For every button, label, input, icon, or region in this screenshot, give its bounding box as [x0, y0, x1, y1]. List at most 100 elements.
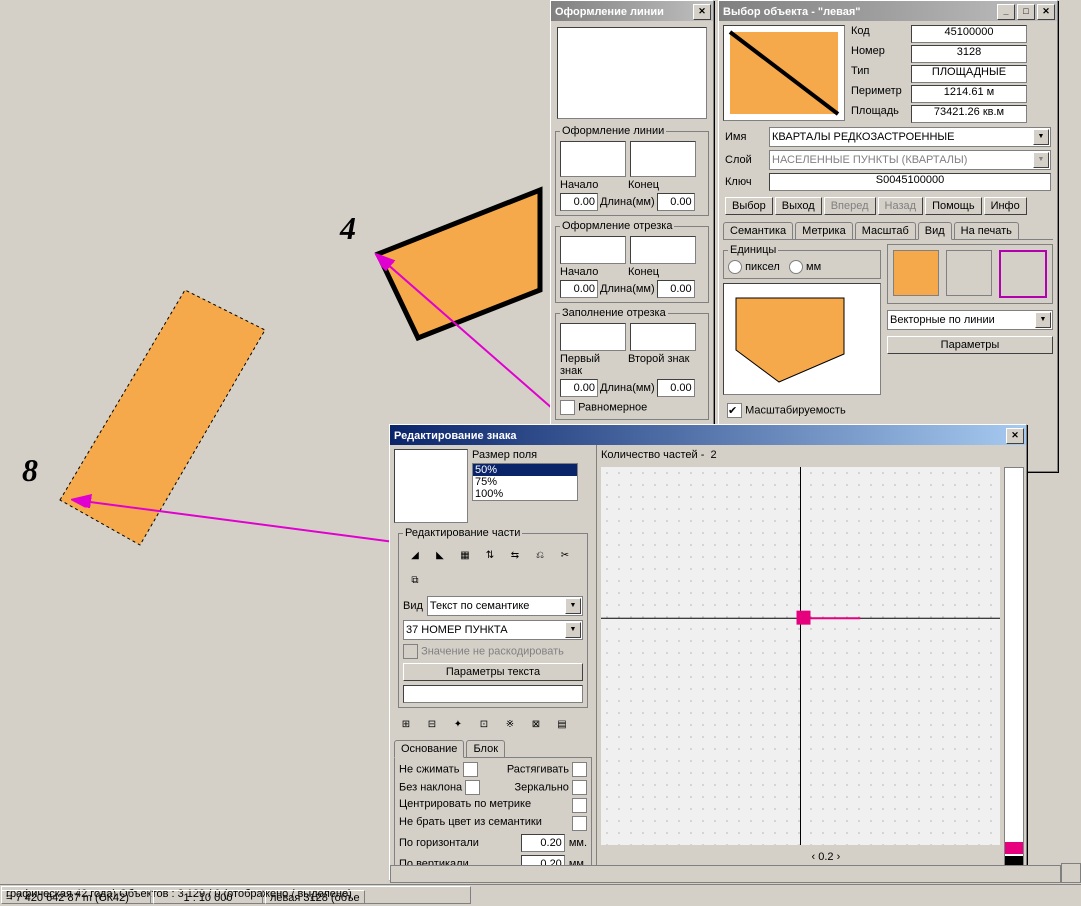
close-icon[interactable]: ✕: [693, 4, 711, 20]
tab-semantics[interactable]: Семантика: [723, 222, 793, 239]
checkbox-scalable[interactable]: ✔: [727, 403, 742, 418]
scrollbar-h[interactable]: [390, 865, 1061, 883]
label-num: Номер: [851, 45, 911, 63]
zoom-100[interactable]: 100%: [473, 488, 577, 500]
chk-notilt[interactable]: [465, 780, 480, 795]
label-vid: Вид: [403, 600, 423, 612]
titlebar-obj[interactable]: Выбор объекта - "левая" _ □ ✕: [719, 1, 1057, 21]
toolbar-part: ◢ ◣ ▦ ⇅ ⇆ ⎌ ✂ ⧉: [403, 543, 583, 592]
checkbox-nodecode: [403, 644, 418, 659]
label-code: Код: [851, 25, 911, 43]
mid-1[interactable]: ⊞: [394, 712, 418, 736]
vertex-label-4: 4: [340, 210, 356, 247]
edit-left-panel: Размер поля 50% 75% 100% Редактирование …: [390, 445, 597, 875]
preview-object: [723, 25, 845, 121]
titlebar-edit[interactable]: Редактирование знака ✕: [390, 425, 1026, 445]
tabs-obj: Семантика Метрика Масштаб Вид На печать: [723, 222, 1053, 240]
preview-sign: [394, 449, 468, 523]
group-units: Единицы пиксел мм: [723, 244, 881, 279]
chk-nocolor[interactable]: [572, 816, 587, 831]
close-icon[interactable]: ✕: [1006, 428, 1024, 444]
mid-2[interactable]: ⊟: [420, 712, 444, 736]
legend-fill: Заполнение отрезка: [560, 307, 668, 319]
tool-3[interactable]: ▦: [453, 543, 477, 567]
tab-metrics[interactable]: Метрика: [795, 222, 853, 239]
label-type: Тип: [851, 65, 911, 83]
btn-help[interactable]: Помощь: [925, 197, 982, 215]
maximize-icon[interactable]: □: [1017, 4, 1035, 20]
tool-5[interactable]: ⇆: [503, 543, 527, 567]
chk-center[interactable]: [572, 798, 587, 813]
preview-seg-end: [630, 236, 696, 264]
edit-grid-wrap: Количество частей - 2 0.2 ‹ 0.2 ›: [597, 445, 1026, 875]
select-name[interactable]: КВАРТАЛЫ РЕДКОЗАСТРОЕННЫЕ: [769, 127, 1051, 147]
input-seg-end[interactable]: [657, 280, 695, 298]
input-horiz[interactable]: [521, 834, 565, 852]
zoom-50[interactable]: 50%: [473, 464, 577, 476]
label-parts: Количество частей -: [601, 449, 704, 461]
preview-fill1: [560, 323, 626, 351]
legend-line: Оформление линии: [560, 125, 666, 137]
btn-text-params[interactable]: Параметры текста: [403, 663, 583, 681]
mid-5[interactable]: ※: [498, 712, 522, 736]
select-vid[interactable]: Текст по семантике: [427, 596, 583, 616]
mid-3[interactable]: ✦: [446, 712, 470, 736]
chk-mirror[interactable]: [572, 780, 587, 795]
tab-view[interactable]: Вид: [918, 222, 952, 240]
btn-select[interactable]: Выбор: [725, 197, 773, 215]
minimize-icon[interactable]: _: [997, 4, 1015, 20]
panel-base: Не сжимать Растягивать Без наклона Зерка…: [394, 758, 592, 875]
select-item[interactable]: 37 НОМЕР ПУНКТА: [403, 620, 583, 640]
chk-noshrink[interactable]: [463, 762, 478, 777]
mid-6[interactable]: ⊠: [524, 712, 548, 736]
preview-start: [560, 141, 626, 177]
swatch-fill[interactable]: [893, 250, 939, 296]
btn-exit[interactable]: Выход: [775, 197, 822, 215]
preview-fill2: [630, 323, 696, 351]
input-start-len[interactable]: [560, 193, 598, 211]
label-seg-len: Длина(мм): [600, 283, 655, 295]
swatch-2[interactable]: [946, 250, 992, 296]
checkbox-uniform[interactable]: [560, 400, 575, 415]
scroll-corner[interactable]: [1061, 863, 1081, 883]
preview-shape: [723, 283, 881, 395]
btn-info[interactable]: Инфо: [984, 197, 1027, 215]
tool-4[interactable]: ⇅: [478, 543, 502, 567]
swatch-row: [887, 244, 1053, 304]
tool-2[interactable]: ◣: [428, 543, 452, 567]
btn-parameters[interactable]: Параметры: [887, 336, 1053, 354]
group-segment: Оформление отрезка Начало Конец Длина(мм…: [555, 220, 709, 303]
titlebar-line[interactable]: Оформление линии ✕: [551, 1, 713, 21]
input-seg-start[interactable]: [560, 280, 598, 298]
tool-6[interactable]: ⎌: [528, 543, 552, 567]
select-layer[interactable]: НАСЕЛЕННЫЕ ПУНКТЫ (КВАРТАЛЫ): [769, 150, 1051, 170]
listbox-zoom[interactable]: 50% 75% 100%: [472, 463, 578, 501]
chk-stretch[interactable]: [572, 762, 587, 777]
radio-mm[interactable]: [789, 260, 803, 274]
mid-4[interactable]: ⊡: [472, 712, 496, 736]
polygon-bottom: [60, 290, 265, 545]
color-bar[interactable]: [1004, 467, 1024, 871]
tab-print[interactable]: На печать: [954, 222, 1019, 239]
close-icon[interactable]: ✕: [1037, 4, 1055, 20]
title-line: Оформление линии: [555, 6, 664, 18]
tab-base[interactable]: Основание: [394, 740, 464, 758]
edit-grid[interactable]: [601, 467, 1000, 845]
tab-scale[interactable]: Масштаб: [855, 222, 916, 239]
label-scalable: Масштабируемость: [745, 404, 846, 416]
input-fill2[interactable]: [657, 379, 695, 397]
tab-block[interactable]: Блок: [466, 740, 505, 757]
input-fill1[interactable]: [560, 379, 598, 397]
select-vector-mode[interactable]: Векторные по линии: [887, 310, 1053, 330]
vertex-label-8: 8: [22, 452, 38, 489]
tool-1[interactable]: ◢: [403, 543, 427, 567]
zoom-75[interactable]: 75%: [473, 476, 577, 488]
mid-7[interactable]: ▤: [550, 712, 574, 736]
tabs-base: Основание Блок: [394, 740, 592, 758]
input-end-len[interactable]: [657, 193, 695, 211]
swatch-3-selected[interactable]: [999, 250, 1047, 298]
tool-7[interactable]: ✂: [553, 543, 577, 567]
tool-8[interactable]: ⧉: [403, 568, 427, 592]
radio-px[interactable]: [728, 260, 742, 274]
preview-line-main: [557, 27, 707, 119]
